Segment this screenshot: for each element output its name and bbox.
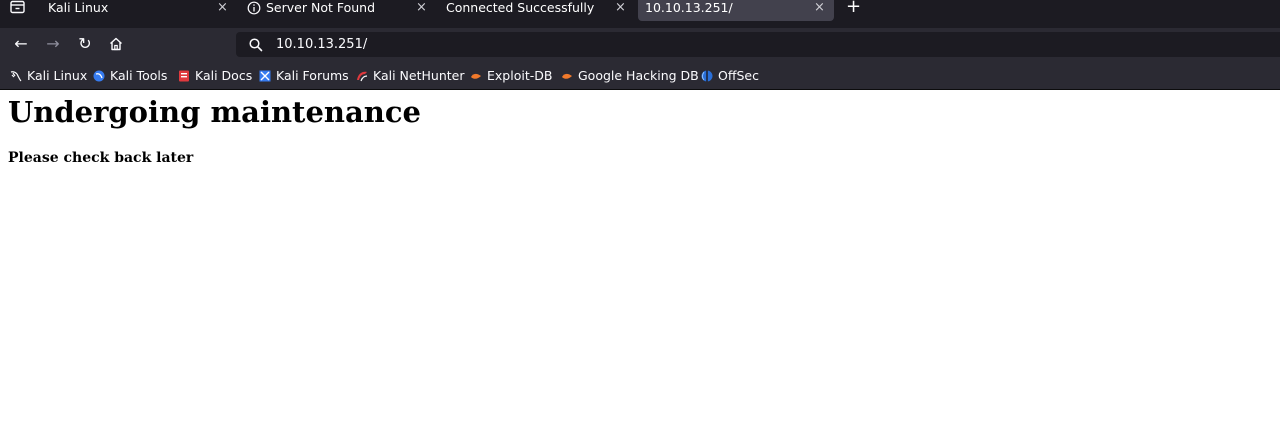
tab-close-icon[interactable]: × [416,0,427,15]
search-icon [249,38,263,52]
kali-docs-icon [179,70,189,82]
kali-tools-icon [93,70,105,82]
tab-connected-successfully[interactable]: Connected Successfully × [438,0,634,21]
home-button[interactable] [107,36,125,52]
tab-server-not-found[interactable]: Server Not Found × [240,0,436,21]
tab-10-10-13-251[interactable]: 10.10.13.251/ × [638,0,834,21]
reload-button[interactable]: ↻ [76,36,94,52]
kali-forums-icon [259,70,271,82]
exploit-db-icon [471,73,481,79]
bookmark-label: Exploit-DB [487,68,553,83]
page-content: Undergoing maintenance Please check back… [0,90,1280,428]
tab-label: Server Not Found [266,0,376,15]
bookmark-label: Kali Docs [195,68,253,83]
bookmark-label: Kali NetHunter [373,68,465,83]
bookmark-label: Google Hacking DB [578,68,699,83]
ghdb-icon [562,73,572,79]
tab-list-button[interactable] [8,0,28,16]
new-tab-button[interactable]: + [846,0,861,16]
tab-kali-linux[interactable]: Kali Linux × [40,0,236,21]
bookmark-label: Kali Forums [276,68,349,83]
nethunter-icon [357,71,368,82]
offsec-icon [701,70,713,82]
bookmark-label: OffSec [718,68,759,83]
page-heading: Undergoing maintenance [8,95,421,129]
tab-close-icon[interactable]: × [217,0,228,15]
tab-label: Connected Successfully [446,0,595,15]
back-button[interactable]: ← [12,36,30,52]
bookmarks-toolbar: Kali Linux Kali Tools Kali Docs Kali For… [0,60,1280,90]
bookmark-label: Kali Linux [27,68,88,83]
tab-close-icon[interactable]: × [615,0,626,15]
bookmark-label: Kali Tools [110,68,168,83]
url-bar[interactable]: 10.10.13.251/ [236,32,1280,57]
url-text[interactable]: 10.10.13.251/ [276,36,367,53]
tab-list-icon [10,0,25,14]
tab-bar: Kali Linux × Server Not Found × Connecte… [0,0,1280,28]
forward-button[interactable]: → [44,36,62,52]
page-subheading: Please check back later [8,150,194,166]
home-icon [110,37,122,51]
info-icon [247,1,261,15]
tab-close-icon[interactable]: × [814,0,825,15]
tab-label: Kali Linux [48,0,109,15]
tab-label: 10.10.13.251/ [645,0,733,15]
kali-dragon-icon [10,71,22,82]
